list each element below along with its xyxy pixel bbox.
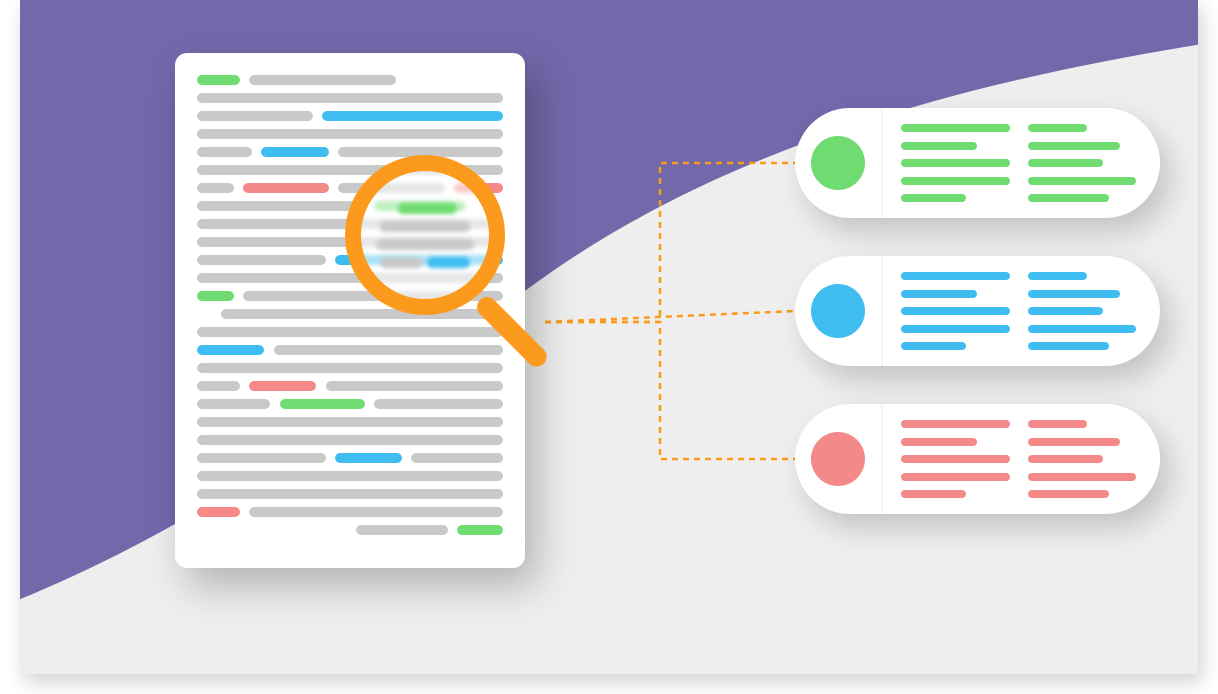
category-card-blue (795, 256, 1160, 366)
card-content (883, 108, 1160, 218)
category-card-pink (795, 404, 1160, 514)
category-dot-pink (811, 432, 865, 486)
category-card-green (795, 108, 1160, 218)
category-dot-blue (811, 284, 865, 338)
card-content (883, 256, 1160, 366)
category-dot-green (811, 136, 865, 190)
card-content (883, 404, 1160, 514)
diagram-canvas (20, 0, 1198, 674)
document-card (175, 53, 525, 568)
